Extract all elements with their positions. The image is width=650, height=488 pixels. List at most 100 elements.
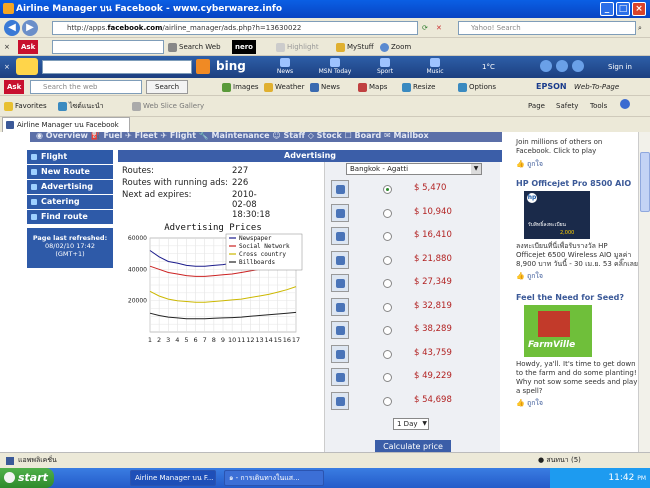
settings-icon[interactable] (572, 60, 584, 72)
running-value: 226 (232, 178, 249, 188)
scrollbar-thumb[interactable] (640, 152, 650, 212)
chat-button[interactable]: ● สนทนา (5) (538, 453, 581, 468)
stop-icon[interactable]: ✕ (436, 21, 442, 35)
price-radio[interactable] (383, 396, 392, 406)
bing-music-button[interactable]: Music (412, 58, 458, 75)
images-button[interactable]: Images (222, 80, 259, 94)
bing-sport-button[interactable]: Sport (362, 58, 408, 75)
star-icon (4, 101, 13, 111)
price-option-row[interactable]: $ 54,698 (325, 390, 501, 413)
web-search-button[interactable]: Search (146, 80, 189, 94)
nav-new-route[interactable]: New Route (27, 165, 113, 179)
bing-msn-button[interactable]: MSN Today (312, 58, 358, 75)
price-option-row[interactable]: $ 38,289 (325, 319, 501, 342)
nav-find-route[interactable]: Find route (27, 210, 113, 224)
back-arrow-icon[interactable]: ◀ (4, 20, 20, 36)
farmville-ad-image[interactable]: FarmVille (524, 305, 592, 357)
sign-in-button[interactable]: Sign in (608, 60, 632, 74)
price-radio[interactable] (383, 255, 392, 265)
tools-menu[interactable]: Tools (590, 99, 607, 113)
duration-select[interactable]: 1 Day ▼ (393, 418, 429, 430)
start-button[interactable]: start (0, 468, 54, 488)
yahoo-search-input[interactable]: Yahoo! Search (458, 21, 636, 35)
price-value: $ 27,349 (414, 277, 452, 287)
calculate-price-button[interactable]: Calculate price (375, 440, 451, 452)
chart-title: Advertising Prices (164, 223, 262, 233)
page-content: ◉ Overview ⛽ Fuel ✈ Fleet ✈ Flight 🔧 Mai… (0, 132, 650, 452)
bing-search-input[interactable] (42, 60, 192, 74)
mystuff-label: MyStuff (347, 43, 374, 51)
price-option-row[interactable]: $ 10,940 (325, 202, 501, 225)
price-option-row[interactable]: $ 49,229 (325, 366, 501, 389)
web-slice-button[interactable]: Web Slice Gallery (132, 99, 204, 113)
weather-button[interactable]: Weather (264, 80, 304, 94)
game-menu[interactable]: ◉ Overview ⛽ Fuel ✈ Fleet ✈ Flight 🔧 Mai… (30, 132, 502, 142)
close-button[interactable]: × (632, 2, 646, 16)
suggested-sites-button[interactable]: ไซต์แนะนำ (58, 99, 104, 113)
nav-flight[interactable]: Flight (27, 150, 113, 164)
price-radio[interactable] (383, 302, 392, 312)
close-bing-icon[interactable]: × (4, 60, 10, 74)
task-thai-doc[interactable]: ๑ - การเดินทางในแส... (224, 470, 324, 486)
window-title: Airline Manager บน Facebook - www.cyberw… (16, 4, 283, 14)
ask-search-input[interactable] (52, 40, 164, 54)
browser-tab[interactable]: Airline Manager บน Facebook (2, 117, 130, 132)
ie-icon (58, 101, 67, 111)
price-option-row[interactable]: $ 43,759 (325, 343, 501, 366)
zoom-button[interactable]: Zoom (380, 40, 411, 54)
task-airline-manager[interactable]: Airline Manager บน F... (130, 470, 216, 486)
favorites-button[interactable]: Favorites (4, 99, 47, 113)
page-menu[interactable]: Page (528, 99, 545, 113)
web-to-page-button[interactable]: Web-To-Page (574, 80, 619, 94)
bing-search-icon[interactable] (196, 59, 210, 74)
bing-news-button[interactable]: News (262, 58, 308, 75)
hp-ad-image[interactable]: hp รับสิทธิ์ลงทะเบียน 2,000 (524, 191, 590, 239)
safety-menu[interactable]: Safety (556, 99, 578, 113)
forward-arrow-icon[interactable]: ▶ (22, 20, 38, 36)
refresh-icon[interactable]: ⟳ (422, 21, 428, 35)
vertical-scrollbar[interactable] (638, 132, 650, 452)
address-input[interactable]: http://apps.facebook.com/airline_manager… (52, 21, 418, 35)
price-option-row[interactable]: $ 27,349 (325, 272, 501, 295)
like-link-1[interactable]: 👍 ถูกใจ (516, 160, 638, 169)
applications-label[interactable]: แอพพลิเคชั่น (18, 453, 57, 468)
farm-ad-title[interactable]: Feel the Need for Seed? (516, 293, 638, 302)
price-option-row[interactable]: $ 32,819 (325, 296, 501, 319)
search-icon[interactable]: ⌕ (638, 21, 642, 35)
price-radio[interactable] (383, 208, 392, 218)
profile-icon[interactable] (556, 60, 568, 72)
mystuff-button[interactable]: MyStuff (336, 40, 374, 54)
price-radio[interactable] (383, 373, 392, 382)
price-option-row[interactable]: $ 5,470 (325, 178, 501, 201)
options-button[interactable]: Options (458, 80, 496, 94)
search-web-button[interactable]: Search Web (168, 40, 221, 54)
gear-icon[interactable] (540, 60, 552, 72)
like-link-2[interactable]: 👍 ถูกใจ (516, 272, 638, 281)
resize-button[interactable]: Resize (402, 80, 435, 94)
hp-ad-title[interactable]: HP Officejet Pro 8500 AIO (516, 179, 638, 188)
price-option-row[interactable]: $ 21,880 (325, 249, 501, 272)
minimize-button[interactable]: _ (600, 2, 614, 16)
web-search-input[interactable]: Search the web (30, 80, 142, 94)
maps-button[interactable]: Maps (358, 80, 387, 94)
maximize-button[interactable]: □ (616, 2, 630, 16)
close-toolbar-icon[interactable]: × (4, 40, 10, 54)
nav-advertising[interactable]: Advertising (27, 180, 113, 194)
toolbar-logo-icon (16, 58, 38, 75)
nero-button[interactable]: nero (232, 40, 256, 54)
price-radio[interactable] (383, 326, 392, 335)
price-radio[interactable] (383, 349, 392, 359)
highlight-button[interactable]: Highlight (276, 40, 319, 54)
help-icon[interactable] (620, 99, 630, 109)
price-value: $ 5,470 (414, 183, 447, 193)
price-radio[interactable] (383, 279, 392, 288)
price-radio[interactable] (383, 185, 392, 194)
nav-catering[interactable]: Catering (27, 195, 113, 209)
city-select[interactable]: Bangkok - Agatti ▼ (346, 163, 482, 175)
city-select-value: Bangkok - Agatti (350, 165, 409, 173)
news-button[interactable]: News (310, 80, 340, 94)
like-link-3[interactable]: 👍 ถูกใจ (516, 399, 638, 408)
window-title-bar[interactable]: Airline Manager บน Facebook - www.cyberw… (0, 0, 650, 18)
price-option-row[interactable]: $ 16,410 (325, 225, 501, 248)
price-radio[interactable] (383, 232, 392, 241)
